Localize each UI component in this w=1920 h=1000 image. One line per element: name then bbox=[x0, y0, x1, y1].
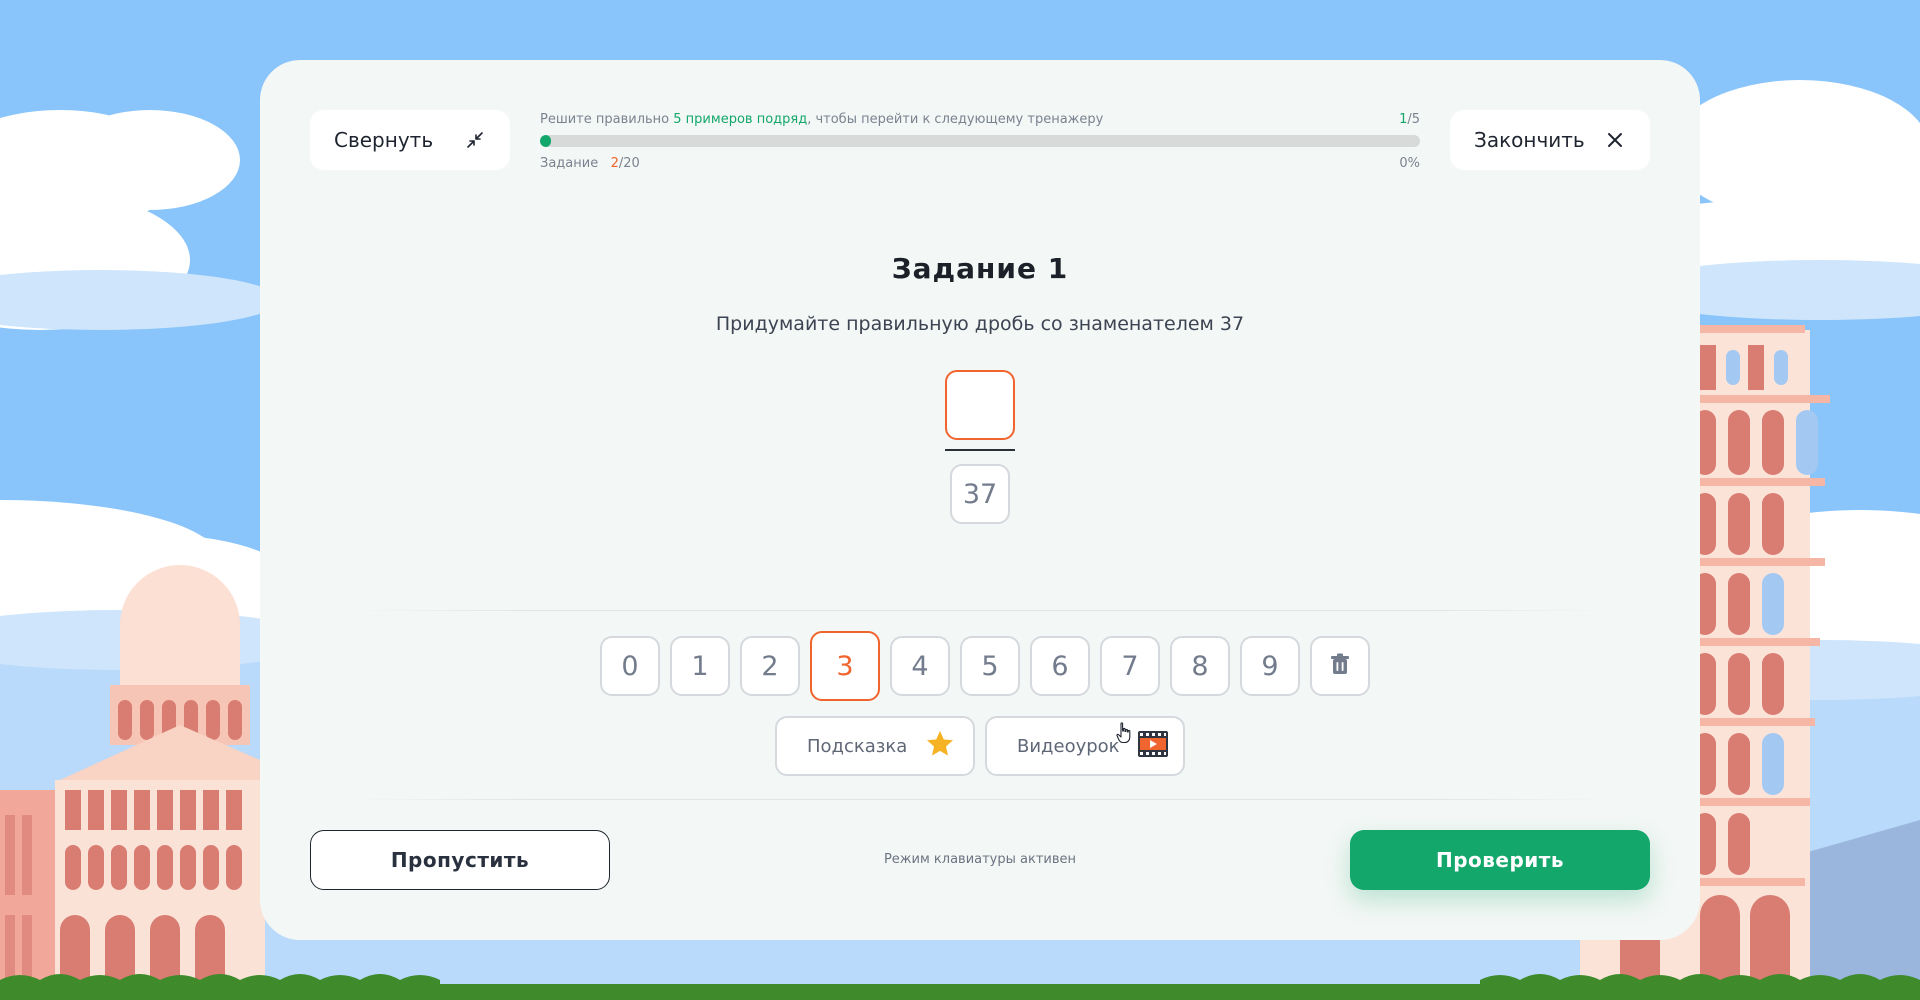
key-7[interactable]: 7 bbox=[1100, 636, 1160, 696]
star-icon bbox=[925, 729, 955, 764]
film-play-icon bbox=[1137, 730, 1168, 762]
progress-panel: Решите правильно 5 примеров подряд, чтоб… bbox=[540, 110, 1420, 180]
progress-instruction: Решите правильно 5 примеров подряд, чтоб… bbox=[540, 112, 1103, 127]
numerator-input[interactable] bbox=[945, 370, 1015, 440]
task-title: Задание 1 bbox=[891, 252, 1069, 285]
task-counter-current: 2 bbox=[610, 155, 619, 171]
instruction-suffix: , чтобы перейти к следующему тренажеру bbox=[807, 111, 1104, 127]
task-counter-total: /20 bbox=[618, 155, 640, 171]
trash-icon bbox=[1330, 651, 1350, 682]
denominator-value: 37 bbox=[950, 464, 1010, 524]
minimize-arrows-icon bbox=[464, 129, 486, 151]
task-counter-label: Задание bbox=[540, 155, 599, 171]
divider-top bbox=[350, 610, 1610, 611]
progress-bar-fill bbox=[540, 135, 551, 147]
key-2[interactable]: 2 bbox=[740, 636, 800, 696]
hint-label: Подсказка bbox=[807, 735, 908, 757]
streak-total: /5 bbox=[1407, 111, 1420, 127]
fraction-line bbox=[945, 449, 1015, 451]
key-8[interactable]: 8 bbox=[1170, 636, 1230, 696]
task-text: Придумайте правильную дробь со знаменате… bbox=[715, 313, 1245, 335]
hint-button[interactable]: Подсказка bbox=[775, 716, 975, 776]
instruction-highlight: 5 примеров подряд bbox=[673, 111, 808, 127]
trainer-card: Свернуть Решите правильно 5 примеров под… bbox=[260, 60, 1700, 940]
progress-meta-row: Задание 2/20 0% bbox=[540, 154, 1420, 172]
hand-cursor-icon bbox=[1116, 722, 1132, 744]
key-1[interactable]: 1 bbox=[670, 636, 730, 696]
instruction-prefix: Решите правильно bbox=[540, 111, 674, 127]
video-lesson-label: Видеоурок bbox=[1017, 735, 1120, 757]
number-keypad: 0 1 2 3 4 5 6 7 8 9 bbox=[600, 631, 1370, 701]
progress-bar bbox=[540, 135, 1420, 147]
streak-counter: 1/5 bbox=[1399, 112, 1420, 127]
key-5[interactable]: 5 bbox=[960, 636, 1020, 696]
video-lesson-button[interactable]: Видеоурок bbox=[985, 716, 1185, 776]
finish-label: Закончить bbox=[1474, 128, 1585, 152]
divider-bottom bbox=[350, 799, 1610, 800]
close-icon bbox=[1604, 129, 1626, 151]
collapse-button[interactable]: Свернуть bbox=[310, 110, 510, 170]
progress-percent: 0% bbox=[1399, 155, 1420, 171]
progress-instruction-row: Решите правильно 5 примеров подряд, чтоб… bbox=[540, 110, 1420, 128]
finish-button[interactable]: Закончить bbox=[1450, 110, 1650, 170]
collapse-label: Свернуть bbox=[334, 128, 434, 152]
delete-key[interactable] bbox=[1310, 636, 1370, 696]
key-9[interactable]: 9 bbox=[1240, 636, 1300, 696]
key-4[interactable]: 4 bbox=[890, 636, 950, 696]
key-3[interactable]: 3 bbox=[810, 631, 880, 701]
key-6[interactable]: 6 bbox=[1030, 636, 1090, 696]
key-0[interactable]: 0 bbox=[600, 636, 660, 696]
task-counter: Задание 2/20 bbox=[540, 156, 640, 171]
check-button[interactable]: Проверить bbox=[1350, 830, 1650, 890]
